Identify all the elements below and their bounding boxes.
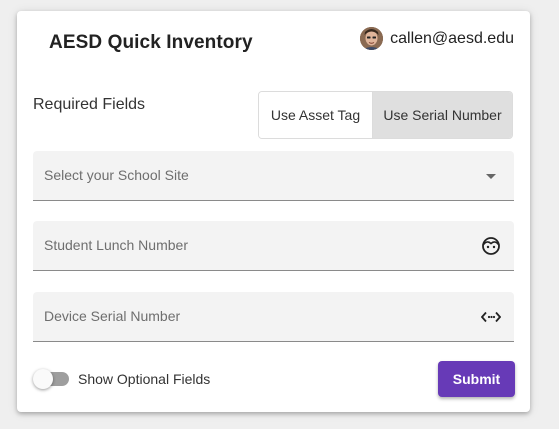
inventory-card: AESD Quick Inventory callen@aesd.edu Req… [17,11,530,412]
switch-thumb [33,369,53,389]
student-lunch-number-field[interactable]: Student Lunch Number [33,221,514,271]
app-title: AESD Quick Inventory [49,32,253,53]
use-asset-tag-button[interactable]: Use Asset Tag [259,92,373,138]
chevron-down-icon [480,165,502,187]
show-optional-fields-switch[interactable] [33,369,69,389]
user-email: callen@aesd.edu [390,29,514,47]
lookup-mode-toggle: Use Asset Tag Use Serial Number [258,91,513,139]
required-fields-label: Required Fields [33,96,146,113]
show-optional-fields-label: Show Optional Fields [78,371,211,387]
avatar [360,27,384,50]
device-serial-number-placeholder: Device Serial Number [44,308,181,324]
code-icon [480,306,502,328]
user-info: callen@aesd.edu [360,27,514,50]
face-icon [480,235,502,257]
school-site-placeholder: Select your School Site [44,167,189,183]
submit-button[interactable]: Submit [438,361,515,397]
use-serial-number-button[interactable]: Use Serial Number [373,92,512,138]
student-lunch-number-placeholder: Student Lunch Number [44,237,188,253]
device-serial-number-field[interactable]: Device Serial Number [33,292,514,342]
optional-fields-toggle-row: Show Optional Fields [33,369,210,389]
school-site-select[interactable]: Select your School Site [33,151,514,201]
